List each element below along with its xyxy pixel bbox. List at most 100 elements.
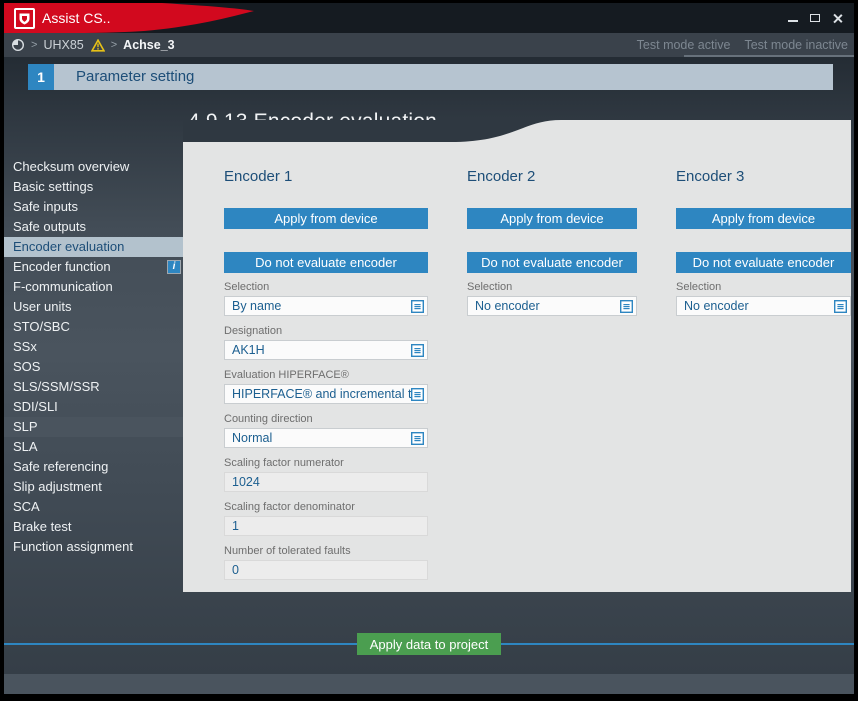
- sidebar-item-slip-adjustment[interactable]: Slip adjustment: [4, 477, 183, 497]
- sidebar-item-label: SOS: [13, 359, 40, 374]
- sidebar-item-label: Safe referencing: [13, 459, 108, 474]
- test-mode-active-button[interactable]: Test mode active: [637, 38, 731, 52]
- project-icon[interactable]: [11, 38, 25, 52]
- maximize-icon: [810, 14, 820, 22]
- evaluation-hiperface-dropdown[interactable]: HIPERFACE® and incremental tracks: [224, 384, 428, 404]
- sidebar-item-label: Slip adjustment: [13, 479, 102, 494]
- scaling-factor-numerator-input[interactable]: 1024: [224, 472, 428, 492]
- minimize-button[interactable]: [782, 7, 804, 29]
- scaling-factor-denominator-input[interactable]: 1: [224, 516, 428, 536]
- sidebar-item-f-communication[interactable]: F-communication: [4, 277, 183, 297]
- sidebar-item-sca[interactable]: SCA: [4, 497, 183, 517]
- sidebar-item-user-units[interactable]: User units: [4, 297, 183, 317]
- apply-from-device-button[interactable]: Apply from device: [224, 208, 428, 229]
- app-title: Assist CS..: [42, 3, 110, 33]
- sidebar-item-label: SLS/SSM/SSR: [13, 379, 100, 394]
- field-label: Number of tolerated faults: [224, 545, 428, 558]
- status-bar: [4, 674, 854, 694]
- apply-data-to-project-button[interactable]: Apply data to project: [357, 633, 501, 655]
- sidebar-item-label: Checksum overview: [13, 159, 129, 174]
- sidebar-item-sos[interactable]: SOS: [4, 357, 183, 377]
- field-value: HIPERFACE® and incremental tracks: [232, 387, 411, 401]
- sidebar-item-label: Encoder evaluation: [13, 239, 124, 254]
- field-value: Normal: [232, 431, 411, 445]
- field-label: Counting direction: [224, 413, 428, 426]
- field-value: 1024: [232, 475, 424, 489]
- sidebar-item-sdi-sli[interactable]: SDI/SLI: [4, 397, 183, 417]
- encoder-title: Encoder 1: [224, 168, 428, 186]
- sidebar-item-sto-sbc[interactable]: STO/SBC: [4, 317, 183, 337]
- test-mode-inactive-button[interactable]: Test mode inactive: [744, 38, 848, 52]
- sidebar-item-basic-settings[interactable]: Basic settings: [4, 177, 183, 197]
- sidebar-item-label: SDI/SLI: [13, 399, 58, 414]
- encoder-column-2: Encoder 2 Apply from device Do not evaluat…: [467, 168, 637, 325]
- sidebar-item-safe-referencing[interactable]: Safe referencing: [4, 457, 183, 477]
- sidebar-nav: Checksum overview Basic settings Safe inpu…: [4, 157, 183, 557]
- step-header[interactable]: 1 Parameter setting: [28, 64, 833, 90]
- app-window: Assist CS.. > UHX85 > Achse_3 Test mode …: [0, 0, 858, 701]
- list-dropdown-icon[interactable]: [411, 344, 424, 357]
- field-label: Designation: [224, 325, 428, 338]
- apply-from-device-button[interactable]: Apply from device: [467, 208, 637, 229]
- breadcrumb-separator: >: [31, 39, 37, 51]
- sidebar-item-ssx[interactable]: SSx: [4, 337, 183, 357]
- apply-from-device-button[interactable]: Apply from device: [676, 208, 851, 229]
- sidebar-item-encoder-evaluation[interactable]: Encoder evaluation: [4, 237, 183, 257]
- sidebar-item-function-assignment[interactable]: Function assignment: [4, 537, 183, 557]
- list-dropdown-icon[interactable]: [620, 300, 633, 313]
- field-label: Scaling factor denominator: [224, 501, 428, 514]
- field-label: Selection: [676, 281, 851, 294]
- breadcrumb-separator: >: [111, 39, 117, 51]
- sidebar-item-safe-outputs[interactable]: Safe outputs: [4, 217, 183, 237]
- field-value: 1: [232, 519, 424, 533]
- sidebar-item-label: Encoder function: [13, 259, 111, 274]
- selection-dropdown[interactable]: No encoder: [467, 296, 637, 316]
- sidebar-item-label: User units: [13, 299, 72, 314]
- sidebar-item-brake-test[interactable]: Brake test: [4, 517, 183, 537]
- breadcrumb-axis[interactable]: Achse_3: [123, 38, 174, 52]
- list-dropdown-icon[interactable]: [411, 300, 424, 313]
- field-label: Scaling factor numerator: [224, 457, 428, 470]
- field-value: 0: [232, 563, 424, 577]
- sidebar-item-label: STO/SBC: [13, 319, 70, 334]
- step-label: Parameter setting: [54, 64, 194, 90]
- shield-icon: [19, 13, 30, 25]
- number-of-tolerated-faults-input[interactable]: 0: [224, 560, 428, 580]
- warning-icon: [91, 39, 105, 52]
- list-dropdown-icon[interactable]: [411, 388, 424, 401]
- panel-curve-notch: [183, 120, 561, 142]
- step-number-badge: 1: [28, 64, 54, 90]
- field-value: No encoder: [684, 299, 834, 313]
- list-dropdown-icon[interactable]: [834, 300, 847, 313]
- sidebar-item-encoder-function[interactable]: Encoder function i: [4, 257, 183, 277]
- sidebar-item-label: Safe inputs: [13, 199, 78, 214]
- sidebar-item-label: SCA: [13, 499, 40, 514]
- app-logo: [14, 8, 35, 29]
- do-not-evaluate-encoder-button[interactable]: Do not evaluate encoder: [224, 252, 428, 273]
- encoder-title: Encoder 3: [676, 168, 851, 186]
- encoder-column-1: Encoder 1 Apply from device Do not evaluat…: [224, 168, 428, 589]
- do-not-evaluate-encoder-button[interactable]: Do not evaluate encoder: [676, 252, 851, 273]
- sidebar-item-label: SLP: [13, 419, 38, 434]
- info-icon[interactable]: i: [167, 260, 181, 274]
- sidebar-item-slp[interactable]: SLP: [4, 417, 183, 437]
- breadcrumb-device[interactable]: UHX85: [43, 38, 83, 52]
- minimize-icon: [788, 20, 798, 22]
- sidebar-item-sla[interactable]: SLA: [4, 437, 183, 457]
- do-not-evaluate-encoder-button[interactable]: Do not evaluate encoder: [467, 252, 637, 273]
- counting-direction-dropdown[interactable]: Normal: [224, 428, 428, 448]
- sidebar-item-safe-inputs[interactable]: Safe inputs: [4, 197, 183, 217]
- sidebar-item-checksum-overview[interactable]: Checksum overview: [4, 157, 183, 177]
- sidebar-item-label: SLA: [13, 439, 38, 454]
- designation-dropdown[interactable]: AK1H: [224, 340, 428, 360]
- encoder-title: Encoder 2: [467, 168, 637, 186]
- selection-dropdown[interactable]: No encoder: [676, 296, 851, 316]
- sidebar-item-sls-ssm-ssr[interactable]: SLS/SSM/SSR: [4, 377, 183, 397]
- field-label: Evaluation HIPERFACE®: [224, 369, 428, 382]
- close-button[interactable]: [826, 7, 848, 29]
- maximize-button[interactable]: [804, 7, 826, 29]
- field-value: By name: [232, 299, 411, 313]
- sidebar-item-label: F-communication: [13, 279, 113, 294]
- selection-dropdown[interactable]: By name: [224, 296, 428, 316]
- list-dropdown-icon[interactable]: [411, 432, 424, 445]
